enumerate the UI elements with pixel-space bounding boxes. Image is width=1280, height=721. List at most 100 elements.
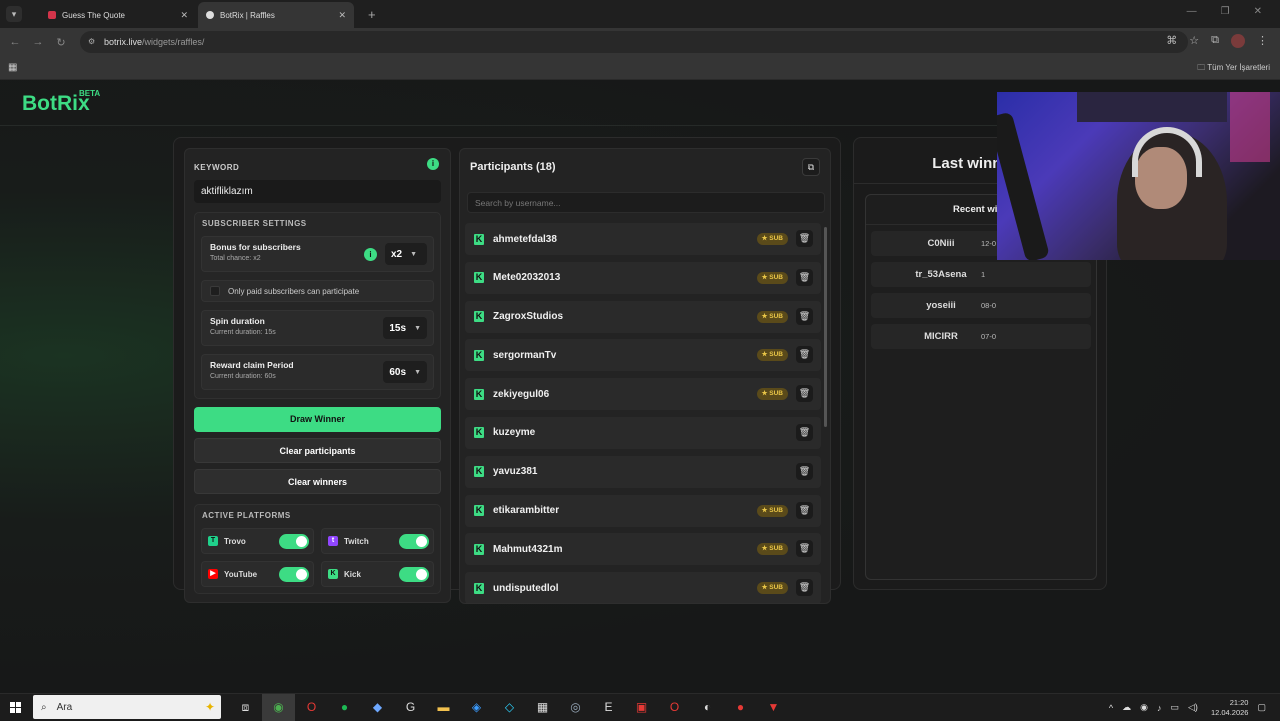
notifications-icon[interactable]: ▢: [1257, 702, 1266, 713]
draw-winner-button[interactable]: Draw Winner: [194, 407, 441, 432]
clock-date: 12.04.2026: [1210, 707, 1249, 717]
clock[interactable]: 21:20 12.04.2026: [1211, 698, 1249, 718]
kick-icon: K: [474, 427, 484, 439]
close-tab-icon[interactable]: ✕: [338, 10, 346, 21]
kick-icon: K: [474, 582, 484, 594]
clear-participants-button[interactable]: Clear participants: [194, 438, 441, 463]
keyword-input[interactable]: aktifliklazım: [194, 180, 441, 203]
bookmark-star-icon[interactable]: ☆: [1189, 34, 1199, 48]
sub-badge: ★ SUB: [756, 271, 788, 284]
all-bookmarks-button[interactable]: 🗀 Tüm Yer İşaretleri: [1197, 62, 1270, 76]
sub-badge: ★ SUB: [756, 388, 788, 401]
subscriber-settings-title: SUBSCRIBER SETTINGS: [202, 219, 307, 228]
kick-icon: K: [474, 349, 484, 361]
trash-icon[interactable]: 🗑: [796, 307, 813, 325]
app-icon[interactable]: ▼: [757, 694, 790, 721]
file-explorer-icon[interactable]: ▬: [427, 694, 460, 721]
kick-icon: K: [474, 272, 484, 284]
kick-icon: K: [474, 311, 484, 323]
trash-icon[interactable]: 🗑: [796, 385, 813, 403]
claim-period-select[interactable]: 60s ▼: [383, 361, 427, 383]
trash-icon[interactable]: 🗑: [796, 540, 813, 558]
reload-icon[interactable]: ↻: [53, 36, 69, 49]
taskbar-search-input[interactable]: ⌕ Ara ✦: [33, 695, 221, 719]
translate-icon[interactable]: ⌘: [1166, 34, 1177, 48]
platforms-grid: T Trovo t Twitch ▶ YouTube K Kick: [201, 528, 434, 587]
bookmarks-bar: ▦ 🗀 Tüm Yer İşaretleri: [0, 56, 1280, 80]
webcam-overlay: [997, 92, 1280, 260]
profile-avatar[interactable]: [1231, 34, 1245, 48]
site-info-icon[interactable]: ⚙: [88, 37, 97, 46]
app-icon[interactable]: ◐: [691, 694, 724, 721]
spotify-icon[interactable]: ●: [328, 694, 361, 721]
trash-icon[interactable]: 🗑: [796, 579, 813, 597]
windows-start-icon[interactable]: [10, 701, 21, 713]
close-tab-icon[interactable]: ✕: [180, 10, 188, 21]
bonus-select[interactable]: x2 ▼: [385, 243, 427, 265]
app-icon[interactable]: ◆: [361, 694, 394, 721]
kick-toggle[interactable]: [399, 567, 429, 582]
opera-gx-icon[interactable]: O: [658, 694, 691, 721]
clear-winners-button[interactable]: Clear winners: [194, 469, 441, 494]
chevron-down-icon: ▼: [410, 250, 418, 258]
paid-only-checkbox-row[interactable]: Only paid subscribers can participate: [201, 280, 434, 302]
botrix-logo[interactable]: BotRix BETA: [22, 89, 100, 116]
chrome-icon[interactable]: ◉: [262, 693, 295, 721]
participant-name: ahmetefdal38: [493, 233, 557, 245]
new-tab-button[interactable]: +: [368, 7, 376, 22]
tab-guess-the-quote[interactable]: Guess The Quote ✕: [40, 2, 196, 28]
participant-name: sergormanTv: [493, 349, 557, 361]
platform-kick: K Kick: [321, 561, 434, 587]
calculator-icon[interactable]: ▦: [526, 694, 559, 721]
epic-games-icon[interactable]: E: [592, 694, 625, 721]
trash-icon[interactable]: 🗑: [796, 268, 813, 286]
network-icon[interactable]: ▭: [1171, 702, 1180, 713]
tab-botrix-raffles[interactable]: BotRix | Raffles ✕: [198, 2, 354, 28]
youtube-toggle[interactable]: [279, 567, 309, 582]
tray-app-icon[interactable]: ☁: [1122, 702, 1131, 713]
trovo-toggle[interactable]: [279, 534, 309, 549]
trash-icon[interactable]: 🗑: [796, 501, 813, 519]
trash-icon[interactable]: 🗑: [796, 423, 813, 441]
kick-icon: K: [474, 505, 484, 517]
app-icon[interactable]: ●: [724, 694, 757, 721]
back-icon[interactable]: ←: [7, 36, 23, 48]
menu-icon[interactable]: ⋮: [1257, 34, 1268, 48]
close-window-icon[interactable]: ✕: [1254, 6, 1262, 17]
participant-row: Ketikarambitter ★ SUB 🗑: [465, 494, 821, 527]
participants-scrollbar[interactable]: [824, 227, 827, 427]
trash-icon[interactable]: 🗑: [796, 346, 813, 364]
platform-name: Kick: [344, 569, 361, 579]
volume-icon[interactable]: ◁): [1188, 702, 1198, 713]
platform-name: Trovo: [224, 536, 246, 546]
keyword-info-icon[interactable]: i: [427, 158, 439, 170]
apps-grid-icon[interactable]: ▦: [8, 62, 17, 73]
participant-name: kuzeyme: [493, 427, 536, 439]
trash-icon[interactable]: 🗑: [796, 230, 813, 247]
app-icon[interactable]: ▣: [625, 694, 658, 721]
app-icon[interactable]: G: [394, 694, 427, 721]
spin-duration-select[interactable]: 15s ▼: [383, 317, 427, 339]
app-icon[interactable]: ◈: [460, 694, 493, 721]
url-field[interactable]: ⚙ botrix.live/widgets/raffles/: [80, 31, 1188, 53]
minimize-icon[interactable]: —: [1187, 6, 1197, 17]
app-icon[interactable]: ◇: [493, 694, 526, 721]
participant-search-input[interactable]: Search by username...: [467, 192, 825, 213]
tab-search-button[interactable]: ▾: [6, 6, 22, 22]
steam-icon[interactable]: ◎: [559, 694, 592, 721]
chevron-up-icon[interactable]: ^: [1109, 703, 1113, 713]
restore-icon[interactable]: ❐: [1221, 6, 1230, 17]
opera-icon[interactable]: O: [295, 694, 328, 721]
bonus-info-icon[interactable]: i: [364, 248, 377, 261]
chevron-down-icon: ▼: [414, 368, 421, 376]
mic-icon[interactable]: ♪: [1157, 703, 1162, 713]
paid-only-checkbox[interactable]: [210, 286, 220, 296]
winner-name: tr_53Asena: [915, 269, 967, 280]
tray-app-icon[interactable]: ◉: [1140, 702, 1148, 713]
extensions-icon[interactable]: ⧉: [1211, 34, 1219, 48]
forward-icon[interactable]: →: [30, 36, 46, 48]
copy-icon[interactable]: ⧉: [802, 158, 820, 176]
trash-icon[interactable]: 🗑: [796, 462, 813, 480]
twitch-toggle[interactable]: [399, 534, 429, 549]
task-view-icon[interactable]: ⧈: [229, 694, 262, 721]
